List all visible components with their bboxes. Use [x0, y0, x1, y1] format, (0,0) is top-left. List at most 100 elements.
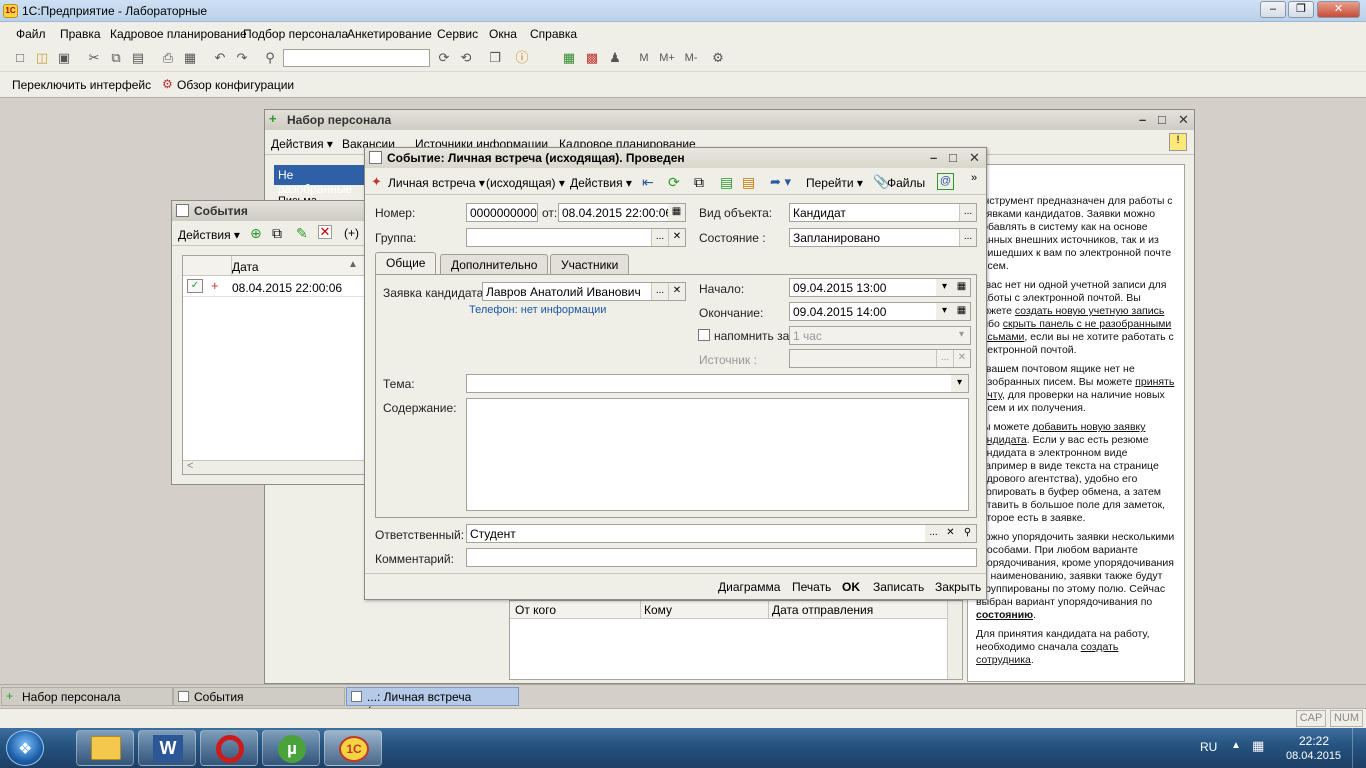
- taskbar-item-event[interactable]: ...: Личная встреча (исходя...: [346, 687, 519, 718]
- table-row[interactable]: ✓ + 08.04.2015 22:00:06: [183, 277, 368, 297]
- candidate-clear-icon[interactable]: ✕: [668, 283, 685, 300]
- menu-file[interactable]: Файл: [16, 27, 46, 41]
- recruit-maximize-button[interactable]: □: [1158, 112, 1166, 127]
- events-col-date[interactable]: Дата: [232, 260, 259, 274]
- candidate-select-icon[interactable]: ...: [651, 283, 668, 300]
- copy-doc-icon[interactable]: ⧉: [694, 174, 704, 191]
- candidate-field[interactable]: Лавров Анатолий Иванович... ✕: [482, 282, 686, 301]
- sort-icon[interactable]: ▲: [348, 259, 358, 270]
- date-from-field[interactable]: 08.04.2015 22:00:06 ▦: [558, 203, 686, 222]
- calendar-icon[interactable]: ▩: [584, 50, 600, 66]
- new-doc-icon[interactable]: □: [12, 50, 28, 66]
- source-field[interactable]: ... ✕: [789, 349, 971, 368]
- event-minimize-button[interactable]: –: [930, 150, 937, 165]
- search-icon[interactable]: ⚲: [262, 50, 278, 66]
- network-icon[interactable]: ▦: [1252, 738, 1264, 754]
- remind-checkbox[interactable]: [698, 329, 710, 341]
- preview-icon[interactable]: ▦: [182, 50, 198, 66]
- mail-col-to[interactable]: Кому: [644, 603, 672, 617]
- mail-scrollbar[interactable]: [947, 601, 962, 679]
- event-type-button[interactable]: Личная встреча ▾: [388, 176, 485, 190]
- start-field[interactable]: 09.04.2015 13:00 ▾ ▦: [789, 278, 971, 297]
- redo-icon[interactable]: ↷: [234, 50, 250, 66]
- menu-edit[interactable]: Правка: [60, 27, 101, 41]
- cut-icon[interactable]: ✂: [86, 50, 102, 66]
- goto-button[interactable]: Перейти ▾: [806, 176, 863, 190]
- help-icon[interactable]: !: [1169, 133, 1187, 151]
- end-field[interactable]: 09.04.2015 14:00 ▾ ▦: [789, 302, 971, 321]
- show-desktop-button[interactable]: [1352, 728, 1366, 768]
- delete-icon[interactable]: ✕: [318, 225, 332, 239]
- state-field[interactable]: Запланировано...: [789, 228, 977, 247]
- remind-field[interactable]: 1 час ▾: [789, 326, 971, 345]
- copy-icon[interactable]: ⧉: [108, 50, 124, 66]
- memory-m-icon[interactable]: M: [636, 50, 652, 66]
- add-icon[interactable]: ⊕: [250, 225, 262, 242]
- close-event-button[interactable]: Закрыть: [935, 580, 981, 594]
- post-icon[interactable]: (+): [344, 226, 359, 240]
- tab-participants[interactable]: Участники: [550, 254, 630, 274]
- edit-icon[interactable]: ✎: [296, 225, 308, 242]
- utorrent-taskbar-button[interactable]: µ: [262, 730, 320, 766]
- group-select-icon[interactable]: ...: [651, 229, 668, 246]
- menu-survey[interactable]: Анкетирование: [347, 27, 432, 41]
- number-field[interactable]: 00000000001: [466, 203, 538, 222]
- group-clear-icon[interactable]: ✕: [668, 229, 685, 246]
- recruit-close-button[interactable]: ✕: [1178, 112, 1189, 128]
- unsorted-tab[interactable]: Не разобранные: [274, 165, 369, 196]
- events-hscrollbar[interactable]: <: [183, 460, 368, 474]
- create-account-link[interactable]: создать новую учетную запись: [1015, 305, 1164, 317]
- menu-windows[interactable]: Окна: [489, 27, 517, 41]
- open-folder-icon[interactable]: ◫: [34, 50, 50, 66]
- config-overview-button[interactable]: Обзор конфигурации: [177, 78, 294, 92]
- language-indicator[interactable]: RU: [1200, 740, 1217, 754]
- copy-event-icon[interactable]: ⧉: [272, 225, 282, 242]
- end-calendar-icon[interactable]: ▦: [953, 303, 970, 320]
- save-icon[interactable]: ▣: [56, 50, 72, 66]
- responsible-select-icon[interactable]: ...: [925, 525, 942, 542]
- paste-icon[interactable]: ▤: [130, 50, 146, 66]
- search-input[interactable]: [283, 49, 430, 67]
- memory-plus-icon[interactable]: M+: [656, 50, 678, 66]
- responsible-field[interactable]: Студент... ✕ ⚲: [466, 524, 977, 543]
- comment-field[interactable]: [466, 548, 977, 567]
- find-prev-icon[interactable]: ⟲: [458, 50, 474, 66]
- prev-doc-icon[interactable]: ⇤: [642, 174, 654, 191]
- events-actions-button[interactable]: Действия ▾: [178, 228, 240, 242]
- topic-dropdown-icon[interactable]: ▾: [951, 375, 968, 392]
- ok-button[interactable]: OK: [842, 580, 860, 594]
- print-button[interactable]: Печать: [792, 580, 831, 594]
- object-type-field[interactable]: Кандидат...: [789, 203, 977, 222]
- opera-taskbar-button[interactable]: [200, 730, 258, 766]
- start-button[interactable]: ❖: [6, 730, 44, 766]
- tab-general[interactable]: Общие: [375, 252, 437, 275]
- menu-recruiting[interactable]: Подбор персонала: [243, 27, 348, 41]
- calculator-icon[interactable]: ▦: [561, 50, 577, 66]
- info-icon[interactable]: ⓘ: [514, 50, 530, 66]
- tab-additional[interactable]: Дополнительно: [440, 254, 549, 274]
- based-on-icon[interactable]: ➦ ▾: [770, 174, 791, 190]
- end-dropdown-icon[interactable]: ▾: [936, 303, 953, 320]
- taskbar-item-events[interactable]: События: [173, 687, 345, 706]
- event-direction-button[interactable]: (исходящая) ▾: [486, 176, 565, 190]
- find-next-icon[interactable]: ⟳: [436, 50, 452, 66]
- event-actions-button[interactable]: Действия ▾: [570, 176, 632, 190]
- start-dropdown-icon[interactable]: ▾: [936, 279, 953, 296]
- calendar-picker-icon[interactable]: ▦: [668, 204, 685, 221]
- content-textarea[interactable]: [466, 398, 969, 511]
- responsible-clear-icon[interactable]: ✕: [942, 525, 959, 542]
- source-select-icon[interactable]: ...: [936, 350, 953, 367]
- source-clear-icon[interactable]: ✕: [953, 350, 970, 367]
- users-icon[interactable]: ♟: [607, 50, 623, 66]
- 1c-taskbar-button[interactable]: 1С: [324, 730, 382, 766]
- recruit-actions-button[interactable]: Действия ▾: [271, 137, 333, 151]
- files-button[interactable]: Файлы: [887, 176, 925, 190]
- taskbar-item-recruitment[interactable]: + Набор персонала: [1, 687, 173, 706]
- memory-minus-icon[interactable]: M-: [680, 50, 702, 66]
- state-select-icon[interactable]: ...: [959, 229, 976, 246]
- maximize-button[interactable]: ❐: [1288, 1, 1314, 18]
- email-icon[interactable]: @: [937, 173, 954, 190]
- remind-dropdown-icon[interactable]: ▾: [953, 327, 970, 344]
- diagram-button[interactable]: Диаграмма: [718, 580, 780, 594]
- minimize-button[interactable]: –: [1260, 1, 1286, 18]
